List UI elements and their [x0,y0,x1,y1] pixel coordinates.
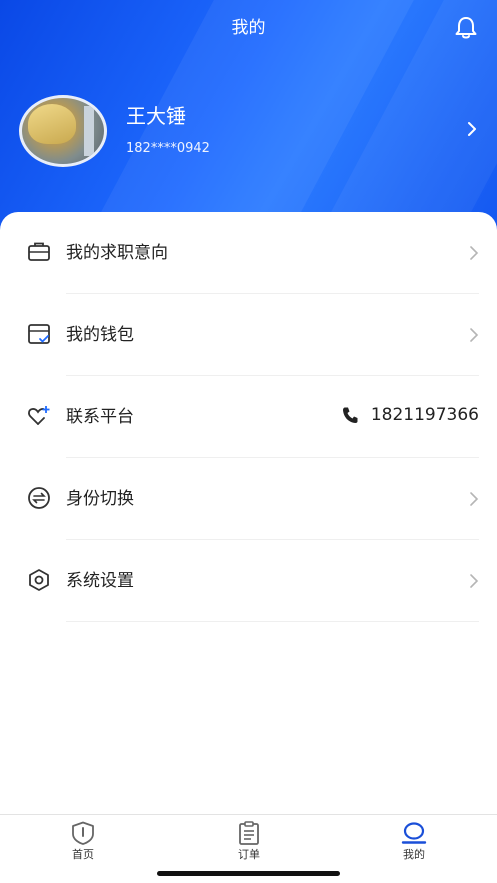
chevron-right-icon [470,246,479,260]
menu-item-label: 我的求职意向 [66,243,168,263]
menu-item-label: 系统设置 [66,571,134,591]
phone-icon [343,407,358,423]
menu-item-contact-platform[interactable]: 联系平台 1821197366 [0,376,497,458]
menu-card: 我的求职意向 我的钱包 联系平台 1821197366 身份切换 系统设置 [0,212,497,814]
menu-item-identity-switch[interactable]: 身份切换 [0,458,497,540]
user-phone: 182****0942 [126,141,210,156]
avatar-image [84,106,94,156]
divider [66,621,479,622]
bell-icon[interactable] [452,14,480,42]
menu-item-system-settings[interactable]: 系统设置 [0,540,497,622]
wallet-icon [28,324,50,344]
switch-icon [28,487,50,509]
tab-label: 订单 [238,848,260,861]
briefcase-icon [28,242,50,261]
menu-item-job-intention[interactable]: 我的求职意向 [0,212,497,294]
tab-label: 首页 [72,848,94,861]
chevron-right-icon[interactable] [464,120,480,138]
tab-orders[interactable]: 订单 [209,821,289,865]
menu-item-wallet[interactable]: 我的钱包 [0,294,497,376]
user-name[interactable]: 王大锤 [126,103,186,129]
avatar-image [28,104,76,144]
home-indicator [157,871,340,876]
menu-item-label: 联系平台 [66,407,134,427]
avatar[interactable] [19,95,107,167]
profile-icon [401,822,427,844]
menu-item-label: 身份切换 [66,489,134,509]
home-shield-icon [72,821,94,845]
settings-hexagon-icon [29,569,49,591]
menu-item-label: 我的钱包 [66,325,134,345]
tab-home[interactable]: 首页 [43,821,123,865]
tab-mine[interactable]: 我的 [374,821,454,865]
chevron-right-icon [470,328,479,342]
page-title: 我的 [231,18,266,38]
contact-phone-number[interactable]: 1821197366 [371,403,479,427]
chevron-right-icon [470,492,479,506]
tab-label: 我的 [403,848,425,861]
clipboard-icon [239,821,259,845]
chevron-right-icon [470,574,479,588]
heart-plus-icon [28,406,50,425]
